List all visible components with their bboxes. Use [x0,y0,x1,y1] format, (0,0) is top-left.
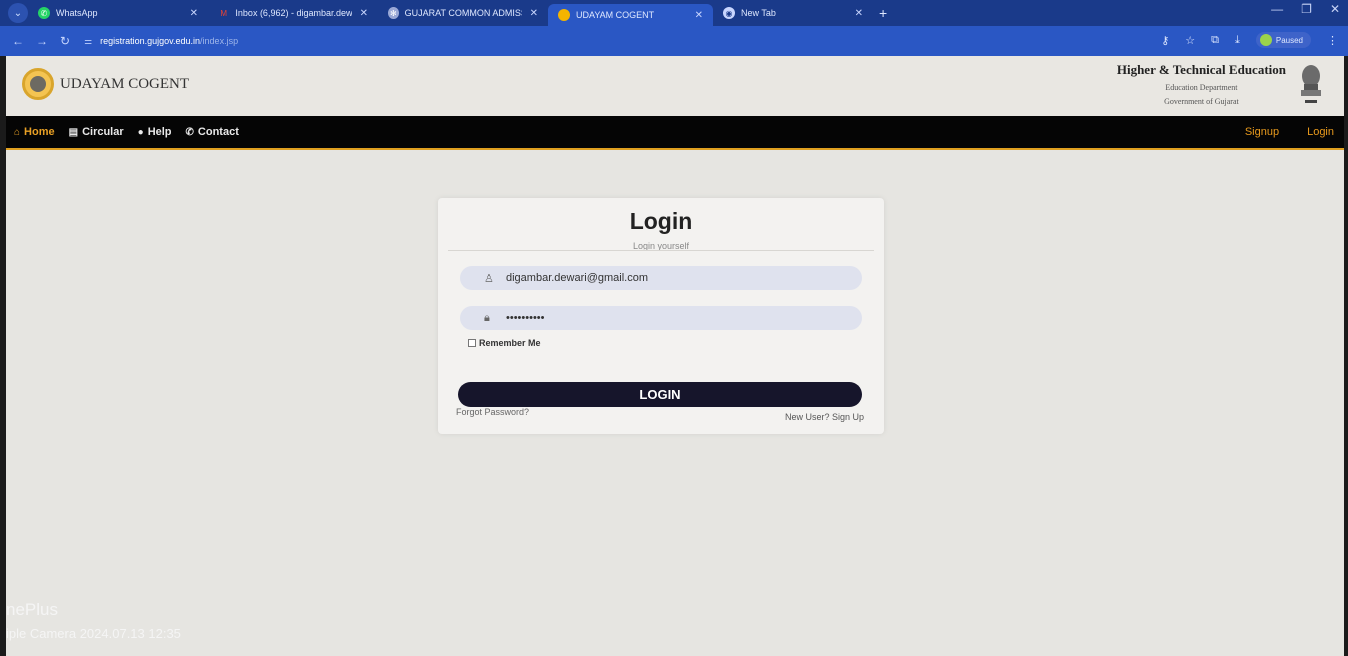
camera-watermark-brand: nePlus [6,600,58,619]
new-user-signup-link[interactable]: New User? Sign Up [785,412,864,422]
tab-search-icon[interactable]: ⌄ [8,3,28,23]
government-label: Government of Gujarat [1164,97,1239,106]
chrome-icon: ◉ [723,7,735,19]
tab-whatsapp[interactable]: ✆ WhatsApp ✕ [28,2,208,24]
new-tab-plus-icon[interactable]: + [879,5,887,21]
home-icon: ⌂ [14,126,21,138]
camera-watermark-timestamp: iple Camera 2024.07.13 12:35 [6,626,181,641]
window-close-icon[interactable]: ✕ [1330,2,1340,16]
menu-kebab-icon[interactable]: ⋮ [1327,34,1338,47]
close-icon[interactable]: ✕ [360,8,368,19]
department-subtitle: Education Department [1165,83,1238,92]
nav-home-label: Home [24,126,55,138]
minimize-icon[interactable]: — [1271,2,1283,16]
tab-new-tab[interactable]: ◉ New Tab ✕ [713,2,873,24]
toolbar-right: ⚷ ☆ ⧉ ⤓ Paused ⋮ [1161,32,1338,48]
department-title: Higher & Technical Education [1116,62,1286,77]
page-body: Login Login yourself ♙ digambar.dewari@g… [6,150,1344,656]
national-emblem-icon [1301,65,1321,103]
browser-tab-bar: ⌄ ✆ WhatsApp ✕ M Inbox (6,962) - digamba… [0,0,1348,26]
site-icon [558,9,570,21]
close-icon[interactable]: ✕ [695,10,703,21]
nav-contact[interactable]: ✆ Contact [186,126,239,138]
close-icon[interactable]: ✕ [855,8,863,19]
nav-circular[interactable]: ▤ Circular [69,126,124,138]
back-icon[interactable]: ← [12,34,24,48]
nav-contact-label: Contact [197,126,239,138]
reload-icon[interactable]: ↻ [60,34,70,48]
site-header: UDAYAM COGENT Higher & Technical Educati… [6,56,1344,116]
tab-title: GUJARAT COMMON ADMISSIO [404,8,522,18]
email-field[interactable]: ♙ digambar.dewari@gmail.com [460,266,862,290]
remember-label: Remember Me [479,338,541,348]
tab-gujarat-common-admission[interactable]: ✻ GUJARAT COMMON ADMISSIO ✕ [378,2,548,24]
browser-address-bar: ← → ↻ ⚌ registration.gujgov.edu.in/index… [0,26,1348,56]
site-info-icon[interactable]: ⚌ [84,36,92,47]
url-host: registration.gujgov.edu.in [100,36,201,46]
tab-title: WhatsApp [56,8,98,18]
divider [448,250,874,251]
profile-status: Paused [1275,35,1303,45]
email-value: digambar.dewari@gmail.com [506,272,649,284]
remember-checkbox[interactable] [468,339,476,347]
nav-home[interactable]: ⌂ Home [14,126,55,138]
tab-title: Inbox (6,962) - digambar.dewa [235,8,352,18]
nav-login-link[interactable]: Login [1307,126,1334,138]
user-icon: ♙ [484,272,494,285]
lock-icon: 🔒︎ [484,311,490,324]
udayam-logo[interactable] [22,68,54,100]
gmail-icon: M [220,8,228,18]
logo-inner-icon [30,76,46,92]
remember-me[interactable]: Remember Me [468,338,541,348]
tab-title: UDAYAM COGENT [576,10,655,20]
profile-button[interactable]: Paused [1255,32,1311,48]
password-field[interactable]: 🔒︎ •••••••••• [460,306,862,330]
main-nav: ⌂ Home ▤ Circular ● Help ✆ Contact Signu… [6,116,1344,150]
password-key-icon[interactable]: ⚷ [1161,34,1169,47]
tab-gmail[interactable]: M Inbox (6,962) - digambar.dewa ✕ [208,2,378,24]
window-controls: — ❐ ✕ [1271,2,1340,16]
nav-signup-link[interactable]: Signup [1245,126,1279,138]
whatsapp-icon: ✆ [38,7,50,19]
avatar [1259,34,1272,46]
info-icon: ● [137,126,144,138]
brand-name[interactable]: UDAYAM COGENT [60,76,189,93]
nav-help[interactable]: ● Help [138,126,172,138]
site-icon: ✻ [388,7,399,19]
close-icon[interactable]: ✕ [530,8,538,19]
extensions-icon[interactable]: ⧉ [1211,34,1219,47]
forgot-password-link[interactable]: Forgot Password? [456,407,529,417]
department-block: Higher & Technical Education Education D… [1117,62,1286,106]
restore-icon[interactable]: ❐ [1301,2,1312,16]
bookmark-star-icon[interactable]: ☆ [1185,34,1195,47]
tab-title: New Tab [741,8,776,18]
password-value: •••••••••• [506,312,545,324]
login-title: Login [629,208,693,234]
login-button[interactable]: LOGIN [458,382,862,407]
download-icon[interactable]: ⤓ [1235,34,1240,47]
phone-icon: ✆ [185,126,194,138]
forward-icon[interactable]: → [36,34,48,48]
login-card: Login Login yourself ♙ digambar.dewari@g… [438,198,884,434]
tab-udayam-cogent[interactable]: UDAYAM COGENT ✕ [548,4,713,26]
nav-circular-label: Circular [82,126,124,138]
url-path: /index.jsp [200,36,239,46]
close-icon[interactable]: ✕ [190,8,198,19]
url-field[interactable]: ⚌ registration.gujgov.edu.in/index.jsp [84,36,238,47]
nav-right-links: Signup Login [1245,126,1334,138]
nav-help-label: Help [147,126,172,138]
document-icon: ▤ [68,126,79,138]
